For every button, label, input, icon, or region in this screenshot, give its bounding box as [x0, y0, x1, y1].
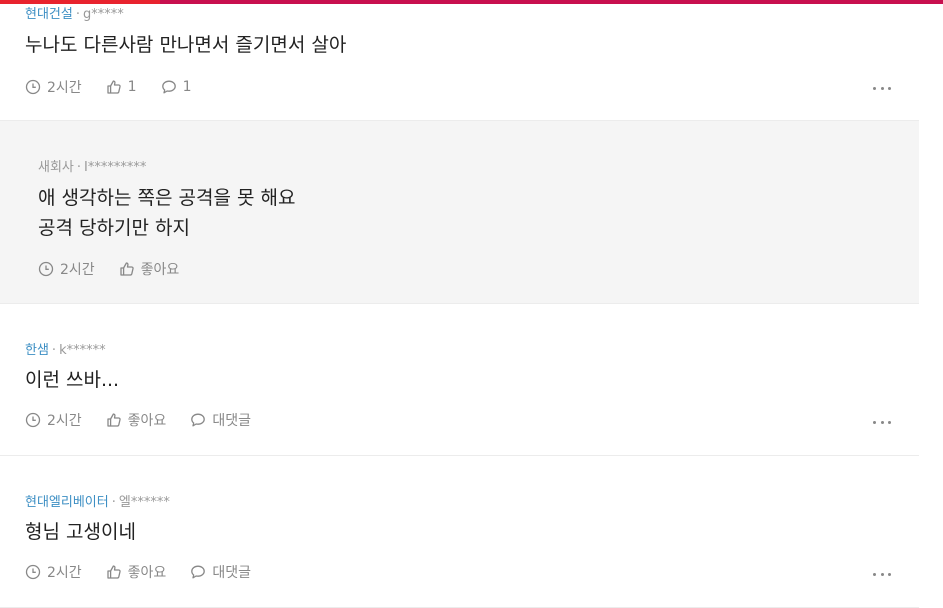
meta-separator: · [111, 495, 116, 510]
comment-body: 누나도 다른사람 만나면서 즐기면서 살아 [25, 34, 347, 56]
like-button[interactable]: 좋아요 [106, 410, 167, 430]
author-name: g***** [82, 7, 124, 22]
comment-actions: 2시간 좋아요 대댓글 [25, 410, 275, 430]
speech-bubble-icon [191, 565, 206, 579]
time-info: 2시간 [25, 77, 82, 97]
time-label: 2시간 [47, 413, 82, 429]
comment-actions: 2시간 좋아요 대댓글 [25, 562, 275, 582]
meta-separator: · [75, 7, 80, 22]
time-info: 2시간 [38, 259, 95, 279]
company-link[interactable]: 한샘 [25, 343, 49, 358]
reply-label: 1 [182, 79, 192, 95]
meta-separator: · [76, 160, 82, 175]
company-link[interactable]: 현대건설 [25, 7, 73, 22]
clock-icon [25, 79, 41, 95]
comment-meta: 한샘 · k****** [25, 339, 106, 358]
time-label: 2시간 [47, 80, 82, 96]
thumbs-up-icon [107, 565, 121, 579]
clock-icon [25, 412, 41, 428]
speech-bubble-icon [161, 80, 176, 94]
comment-body: 형님 고생이네 [25, 521, 136, 543]
author-name: 엘****** [118, 495, 170, 510]
time-label: 2시간 [60, 262, 95, 278]
author-name: k****** [59, 343, 106, 358]
more-horizontal-icon[interactable] [873, 569, 891, 579]
like-label: 좋아요 [140, 262, 180, 278]
comment-body: 이런 쓰바... [25, 369, 120, 391]
time-info: 2시간 [25, 410, 82, 430]
author-name: I********* [84, 160, 147, 175]
like-label: 좋아요 [127, 565, 167, 581]
reply-label: 대댓글 [212, 565, 251, 581]
reply-button[interactable]: 대댓글 [190, 410, 251, 430]
comment-item: 현대건설 · g***** 누나도 다른사람 만나면서 즐기면서 살아 2시간 1 … [0, 0, 919, 121]
comment-body-line-1: 애 생각하는 쪽은 공격을 못 해요 [38, 187, 296, 209]
meta-separator: · [51, 343, 57, 358]
comment-meta: 현대건설 · g***** [25, 3, 124, 22]
clock-icon [25, 564, 41, 580]
comment-body-line-2: 공격 당하기만 하지 [38, 217, 190, 239]
speech-bubble-icon [191, 413, 206, 427]
company-link[interactable]: 새회사 [38, 160, 74, 175]
reply-button[interactable]: 대댓글 [190, 562, 251, 582]
comment-meta: 현대엘리베이터 · 엘****** [25, 491, 170, 510]
more-horizontal-icon[interactable] [873, 417, 891, 427]
comment-item: 현대엘리베이터 · 엘****** 형님 고생이네 2시간 좋아요 대댓글 [0, 456, 919, 608]
like-button[interactable]: 좋아요 [106, 562, 167, 582]
more-horizontal-icon[interactable] [873, 83, 891, 93]
thumbs-up-icon [120, 262, 134, 276]
clock-icon [38, 261, 54, 277]
reply-comment-item: 새회사 · I********* 애 생각하는 쪽은 공격을 못 해요 공격 당하기… [0, 121, 919, 304]
time-info: 2시간 [25, 562, 82, 582]
comment-meta: 새회사 · I********* [38, 156, 146, 175]
comment-actions: 2시간 1 1 [25, 77, 216, 97]
like-button[interactable]: 1 [106, 79, 137, 95]
time-label: 2시간 [47, 565, 82, 581]
reply-label: 대댓글 [212, 413, 251, 429]
thumbs-up-icon [107, 413, 121, 427]
comment-actions: 2시간 좋아요 [38, 259, 203, 279]
like-button[interactable]: 좋아요 [119, 259, 180, 279]
comment-item: 한샘 · k****** 이런 쓰바... 2시간 좋아요 대댓글 [0, 304, 919, 456]
company-link[interactable]: 현대엘리베이터 [25, 495, 109, 510]
reply-button[interactable]: 1 [161, 79, 192, 95]
like-label: 좋아요 [127, 413, 167, 429]
thumbs-up-icon [107, 80, 121, 94]
like-label: 1 [127, 79, 137, 95]
